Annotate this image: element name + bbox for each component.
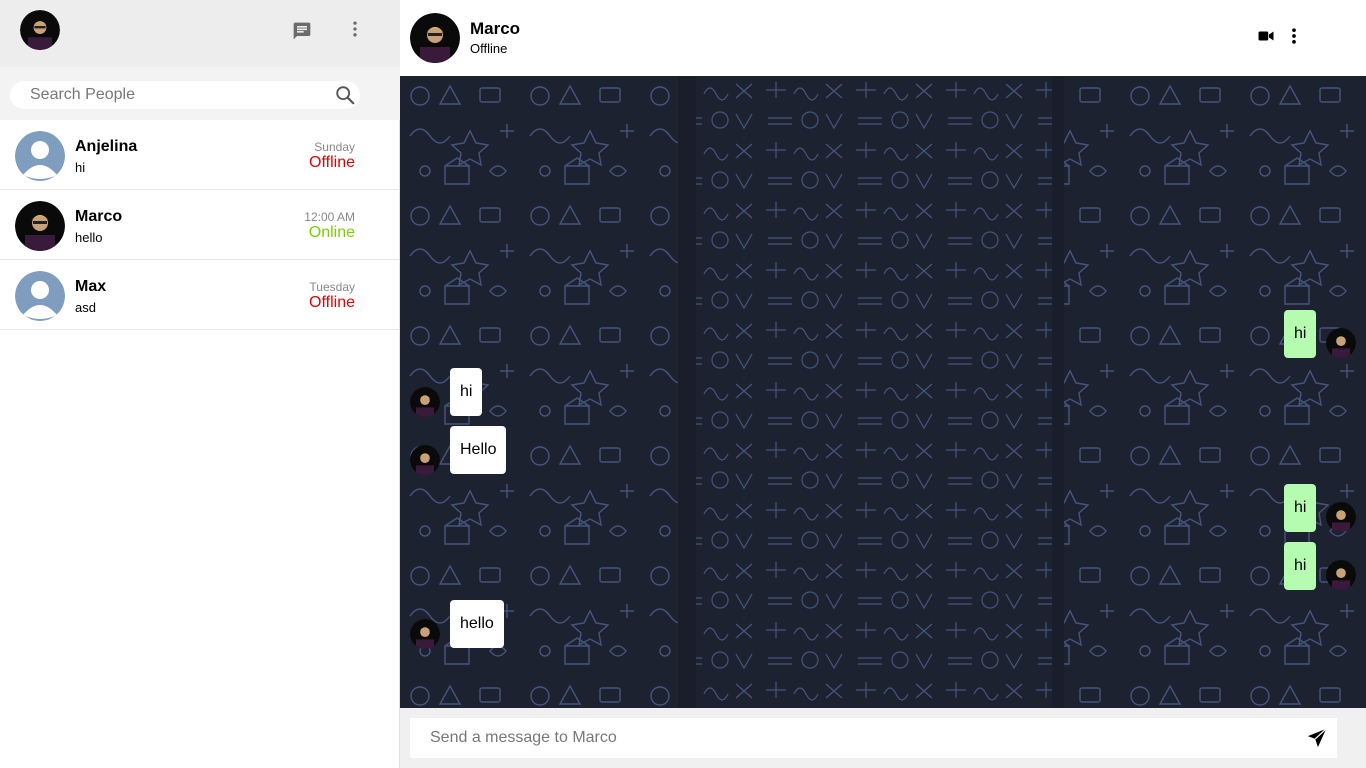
- contact-item-max[interactable]: Max asd Tuesday Offline: [0, 260, 399, 330]
- message-bubble: hi: [450, 368, 483, 416]
- message-input[interactable]: [430, 718, 1290, 758]
- sidebar-header: [0, 0, 400, 67]
- message-area[interactable]: hi hi Hello hi hi hello: [400, 76, 1366, 708]
- contact-status: Online: [308, 224, 355, 241]
- chat-panel: Marco Offline hi hi Hello hi hi hello Se…: [400, 0, 1366, 768]
- default-user-avatar: [15, 131, 65, 181]
- message-bubble: hi: [1284, 310, 1317, 358]
- contact-time: 12:00 AM: [304, 210, 355, 224]
- contact-item-marco[interactable]: Marco hello 12:00 AM Online: [0, 190, 399, 260]
- message-bubble: Hello: [450, 426, 507, 474]
- contact-item-anjelina[interactable]: Anjelina hi Sunday Offline: [0, 120, 399, 190]
- chat-contact-status: Offline: [470, 41, 508, 56]
- sender-avatar: [1326, 328, 1356, 358]
- search-input[interactable]: [30, 81, 330, 109]
- contact-status: Offline: [309, 154, 355, 171]
- contact-last-message: hi: [75, 160, 86, 175]
- chat-contact-name: Marco: [470, 19, 521, 38]
- video-icon[interactable]: [1256, 26, 1276, 46]
- new-chat-icon[interactable]: [290, 20, 314, 42]
- chat-contact-avatar[interactable]: [410, 13, 460, 63]
- contact-name: Max: [75, 278, 107, 295]
- sender-avatar: [410, 619, 440, 649]
- search-area: [0, 67, 400, 120]
- search-icon[interactable]: [334, 84, 356, 106]
- contact-last-message: hello: [75, 230, 103, 245]
- contact-status: Offline: [309, 294, 355, 311]
- message-bubble: hello: [450, 600, 504, 648]
- contact-time: Sunday: [314, 140, 355, 154]
- contact-name: Anjelina: [75, 138, 138, 155]
- sidebar-more-icon[interactable]: [344, 17, 366, 41]
- message-composer: [400, 708, 1366, 768]
- sender-avatar: [410, 387, 440, 417]
- message-bubble: hi: [1284, 542, 1317, 590]
- profile-photo-avatar: [15, 201, 65, 251]
- composer-box: [410, 718, 1337, 758]
- search-box: [10, 81, 360, 109]
- sender-avatar: [410, 445, 440, 475]
- chat-app: Anjelina hi Sunday Offline Marco hello 1…: [0, 0, 1366, 768]
- contact-list: Anjelina hi Sunday Offline Marco hello 1…: [0, 120, 399, 330]
- chat-more-icon[interactable]: [1284, 24, 1304, 48]
- message-bubble: hi: [1284, 484, 1317, 532]
- default-user-avatar: [15, 271, 65, 321]
- sender-avatar: [1326, 502, 1356, 532]
- doodle-wallpaper: [400, 76, 1366, 708]
- sender-avatar: [1326, 560, 1356, 590]
- my-profile-avatar[interactable]: [20, 10, 60, 50]
- chat-header: Marco Offline: [400, 0, 1366, 76]
- send-icon[interactable]: [1304, 726, 1330, 750]
- contact-name: Marco: [75, 208, 123, 225]
- contact-time: Tuesday: [309, 280, 355, 294]
- sidebar: Anjelina hi Sunday Offline Marco hello 1…: [0, 0, 400, 768]
- contact-last-message: asd: [75, 300, 96, 315]
